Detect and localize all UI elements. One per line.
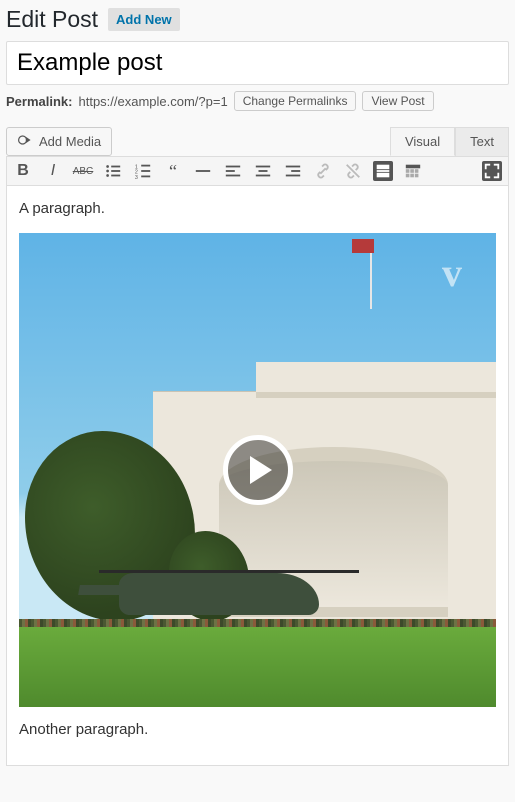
hr-button[interactable] [193, 161, 213, 181]
editor: B I ABC 123 “ A paragraph. [6, 156, 509, 766]
toolbar-toggle-button[interactable] [403, 161, 423, 181]
number-list-button[interactable]: 123 [133, 161, 153, 181]
view-post-button[interactable]: View Post [362, 91, 433, 111]
svg-text:3: 3 [135, 175, 138, 180]
read-more-button[interactable] [373, 161, 393, 181]
vine-logo-icon: v [442, 243, 482, 283]
video-embed: v [19, 233, 496, 707]
permalink-label: Permalink: [6, 94, 72, 109]
embed-lawn [19, 627, 496, 707]
add-new-button[interactable]: Add New [108, 8, 180, 31]
tab-text[interactable]: Text [455, 127, 509, 156]
unlink-button[interactable] [343, 161, 363, 181]
blockquote-button[interactable]: “ [163, 161, 183, 181]
media-icon [17, 132, 33, 151]
flag-icon [352, 239, 374, 253]
play-button[interactable] [223, 435, 293, 505]
align-right-button[interactable] [283, 161, 303, 181]
align-left-button[interactable] [223, 161, 243, 181]
add-media-label: Add Media [39, 134, 101, 149]
align-center-button[interactable] [253, 161, 273, 181]
paragraph-1[interactable]: A paragraph. [19, 198, 496, 221]
italic-button[interactable]: I [43, 161, 63, 181]
tab-visual[interactable]: Visual [390, 127, 455, 156]
bullet-list-button[interactable] [103, 161, 123, 181]
link-button[interactable] [313, 161, 333, 181]
editor-content[interactable]: A paragraph. v Another paragraph. [7, 186, 508, 765]
strikethrough-button[interactable]: ABC [73, 161, 93, 181]
post-title-input[interactable] [6, 41, 509, 85]
bold-button[interactable]: B [13, 161, 33, 181]
paragraph-2[interactable]: Another paragraph. [19, 719, 496, 742]
change-permalinks-button[interactable]: Change Permalinks [234, 91, 357, 111]
editor-toolbar: B I ABC 123 “ [7, 157, 508, 186]
permalink-url: https://example.com/?p=1 [78, 94, 227, 109]
fullscreen-button[interactable] [482, 161, 502, 181]
embed-helicopter [79, 555, 379, 625]
page-title: Edit Post [6, 6, 98, 33]
add-media-button[interactable]: Add Media [6, 127, 112, 156]
